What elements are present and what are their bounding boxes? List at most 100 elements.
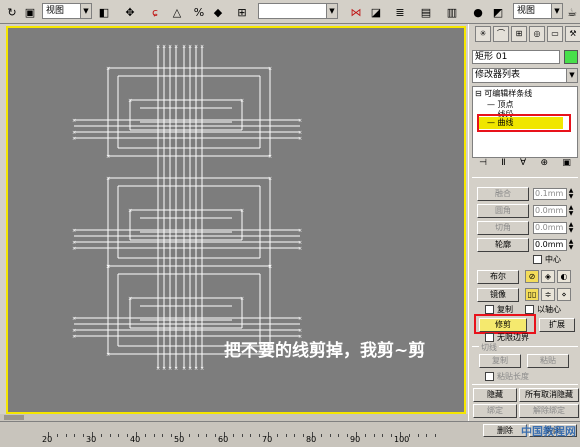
mirror-horizontal-icon[interactable]: ▯▯: [525, 288, 539, 301]
modify-tab-icon[interactable]: ⌒: [493, 26, 509, 42]
fillet-spinner[interactable]: 0.0mm: [533, 205, 567, 217]
about-pivot-checkbox[interactable]: [525, 305, 534, 314]
unbind-button[interactable]: 解除绑定: [519, 404, 579, 418]
stack-item-vertex[interactable]: — 顶点: [487, 100, 514, 110]
copy-checkbox[interactable]: [485, 305, 494, 314]
vertex-marker: ×: [72, 228, 76, 234]
boolean-button[interactable]: 布尔: [477, 270, 519, 284]
subtraction-icon[interactable]: ◈: [541, 270, 555, 283]
copy-tangent-button[interactable]: 复制: [479, 354, 521, 368]
vertex-marker: ×: [268, 176, 272, 182]
select-object-icon[interactable]: ▣: [22, 3, 38, 21]
object-name-field[interactable]: 矩形 01: [472, 50, 560, 64]
vertex-marker: ×: [162, 44, 166, 50]
bind-button[interactable]: 绑定: [473, 404, 517, 418]
render-viewport-dropdown[interactable]: 视图 ▼: [513, 3, 563, 19]
timeline-tick-label: 100: [394, 435, 410, 444]
fuse-button[interactable]: 融合: [477, 187, 529, 201]
quick-render-icon[interactable]: ☕: [565, 3, 579, 21]
timeline-minor-tick: [127, 434, 129, 437]
reference-coordinate-dropdown[interactable]: 视图 ▼: [42, 3, 92, 19]
move-icon[interactable]: ✥: [122, 3, 138, 21]
material-editor-icon[interactable]: ●: [470, 3, 486, 21]
modifier-list-dropdown[interactable]: 修改器列表 ▼: [472, 68, 578, 83]
paste-tangent-button[interactable]: 粘贴: [527, 354, 569, 368]
timeline-minor-tick: [303, 434, 305, 437]
angle-snap-icon[interactable]: △: [168, 3, 186, 21]
vertex-marker: ×: [298, 316, 302, 322]
align-icon[interactable]: ◪: [368, 3, 384, 21]
spinner-arrows-icon[interactable]: ▲ ▼: [568, 239, 574, 251]
divider: [472, 177, 578, 178]
fillet-button[interactable]: 圆角: [477, 204, 529, 218]
scrollbar-thumb[interactable]: [4, 415, 24, 420]
show-end-result-icon[interactable]: Ⅱ: [501, 158, 505, 174]
reference-coordinate-label: 视图: [46, 6, 65, 16]
main-toolbar: ↻ ▣ 视图 ▼ ◧ ✥ ɕ △ % ◆ ⊞ ▼ ⋈ ◪ ≣ ▤ ▥ ● ◩ 视…: [0, 0, 580, 24]
stack-item-editable-spline[interactable]: ⊟ 可编辑样条线: [475, 89, 532, 99]
mirror-icon[interactable]: ⋈: [348, 3, 364, 21]
outline-spinner[interactable]: 0.0mm: [533, 239, 567, 251]
timeline-minor-tick: [153, 434, 155, 437]
site-watermark: 中国教程网: [521, 425, 576, 438]
hide-button[interactable]: 隐藏: [473, 388, 517, 402]
spinner-arrows-icon[interactable]: ▲ ▼: [568, 188, 574, 200]
percent-snap-icon[interactable]: %: [190, 3, 208, 21]
schematic-view-icon[interactable]: ▥: [444, 3, 460, 21]
intersection-icon[interactable]: ◐: [557, 270, 571, 283]
timeline-tick-label: 50: [174, 435, 185, 444]
mirror-button[interactable]: 镜像: [477, 288, 519, 302]
configure-sets-icon[interactable]: ▣: [562, 158, 571, 174]
spinner-arrows-icon[interactable]: ▲ ▼: [568, 222, 574, 234]
spinner-arrows-icon[interactable]: ▲ ▼: [568, 205, 574, 217]
unhide-all-button[interactable]: 所有取消隐藏: [519, 388, 579, 402]
motion-tab-icon[interactable]: ◎: [529, 26, 545, 42]
make-unique-icon[interactable]: ∀: [520, 158, 526, 174]
render-setup-icon[interactable]: ◩: [490, 3, 506, 21]
snap-toggle-icon[interactable]: ɕ: [146, 3, 164, 21]
pivot-center-icon[interactable]: ◧: [96, 3, 112, 21]
viewport[interactable]: × × × × × × × × × × × × × × × × × × × × × × × × × × × × × × × × × × × × × × × ×…: [6, 26, 466, 414]
modifier-stack: ⊟ 可编辑样条线 — 顶点 — 线段 — 曲线: [472, 86, 578, 158]
timeline-minor-tick: [435, 434, 437, 437]
vertex-marker: ×: [240, 296, 244, 302]
timeline-minor-tick: [285, 434, 287, 437]
outline-button[interactable]: 轮廓: [477, 238, 529, 252]
timeline-minor-tick: [364, 434, 366, 437]
chevron-down-icon: ▼: [551, 4, 562, 18]
spinner-snap-icon[interactable]: ◆: [210, 3, 226, 21]
display-tab-icon[interactable]: ▭: [547, 26, 563, 42]
chamfer-button[interactable]: 切角: [477, 221, 529, 235]
infinite-bounds-checkbox[interactable]: [485, 333, 494, 342]
layer-manager-icon[interactable]: ≣: [392, 3, 408, 21]
vertex-marker: ×: [182, 366, 186, 372]
chevron-down-icon: ▼: [326, 4, 337, 18]
timeline-minor-tick: [162, 434, 164, 437]
vertex-marker: ×: [168, 366, 172, 372]
vertex-marker: ×: [106, 264, 110, 270]
named-selection-dropdown[interactable]: ▼: [258, 3, 338, 19]
curve-editor-icon[interactable]: ▤: [418, 3, 434, 21]
hierarchy-tab-icon[interactable]: ⊞: [511, 26, 527, 42]
union-icon[interactable]: ⊘: [525, 270, 539, 283]
pin-stack-icon[interactable]: ⊣: [479, 158, 487, 174]
object-color-swatch[interactable]: [564, 50, 578, 64]
remove-modifier-icon[interactable]: ⊕: [540, 158, 548, 174]
undo-icon[interactable]: ↻: [4, 3, 20, 21]
extend-button[interactable]: 扩展: [539, 318, 575, 332]
mirror-both-icon[interactable]: ⋄: [557, 288, 571, 301]
utilities-tab-icon[interactable]: ⚒: [565, 26, 580, 42]
center-checkbox[interactable]: [533, 255, 542, 264]
fuse-spinner[interactable]: 0.1mm: [533, 188, 567, 200]
vertex-marker: ×: [162, 366, 166, 372]
edit-named-selection-icon[interactable]: ⊞: [234, 3, 250, 21]
mirror-vertical-icon[interactable]: ≑: [541, 288, 555, 301]
vertex-marker: ×: [194, 366, 198, 372]
vertex-marker: ×: [298, 246, 302, 252]
vertex-marker: ×: [128, 208, 132, 214]
create-tab-icon[interactable]: ✳: [475, 26, 491, 42]
chamfer-spinner[interactable]: 0.0mm: [533, 222, 567, 234]
vertex-marker: ×: [106, 176, 110, 182]
viewport-scrollbar[interactable]: [0, 414, 468, 421]
paste-length-checkbox[interactable]: [485, 372, 494, 381]
